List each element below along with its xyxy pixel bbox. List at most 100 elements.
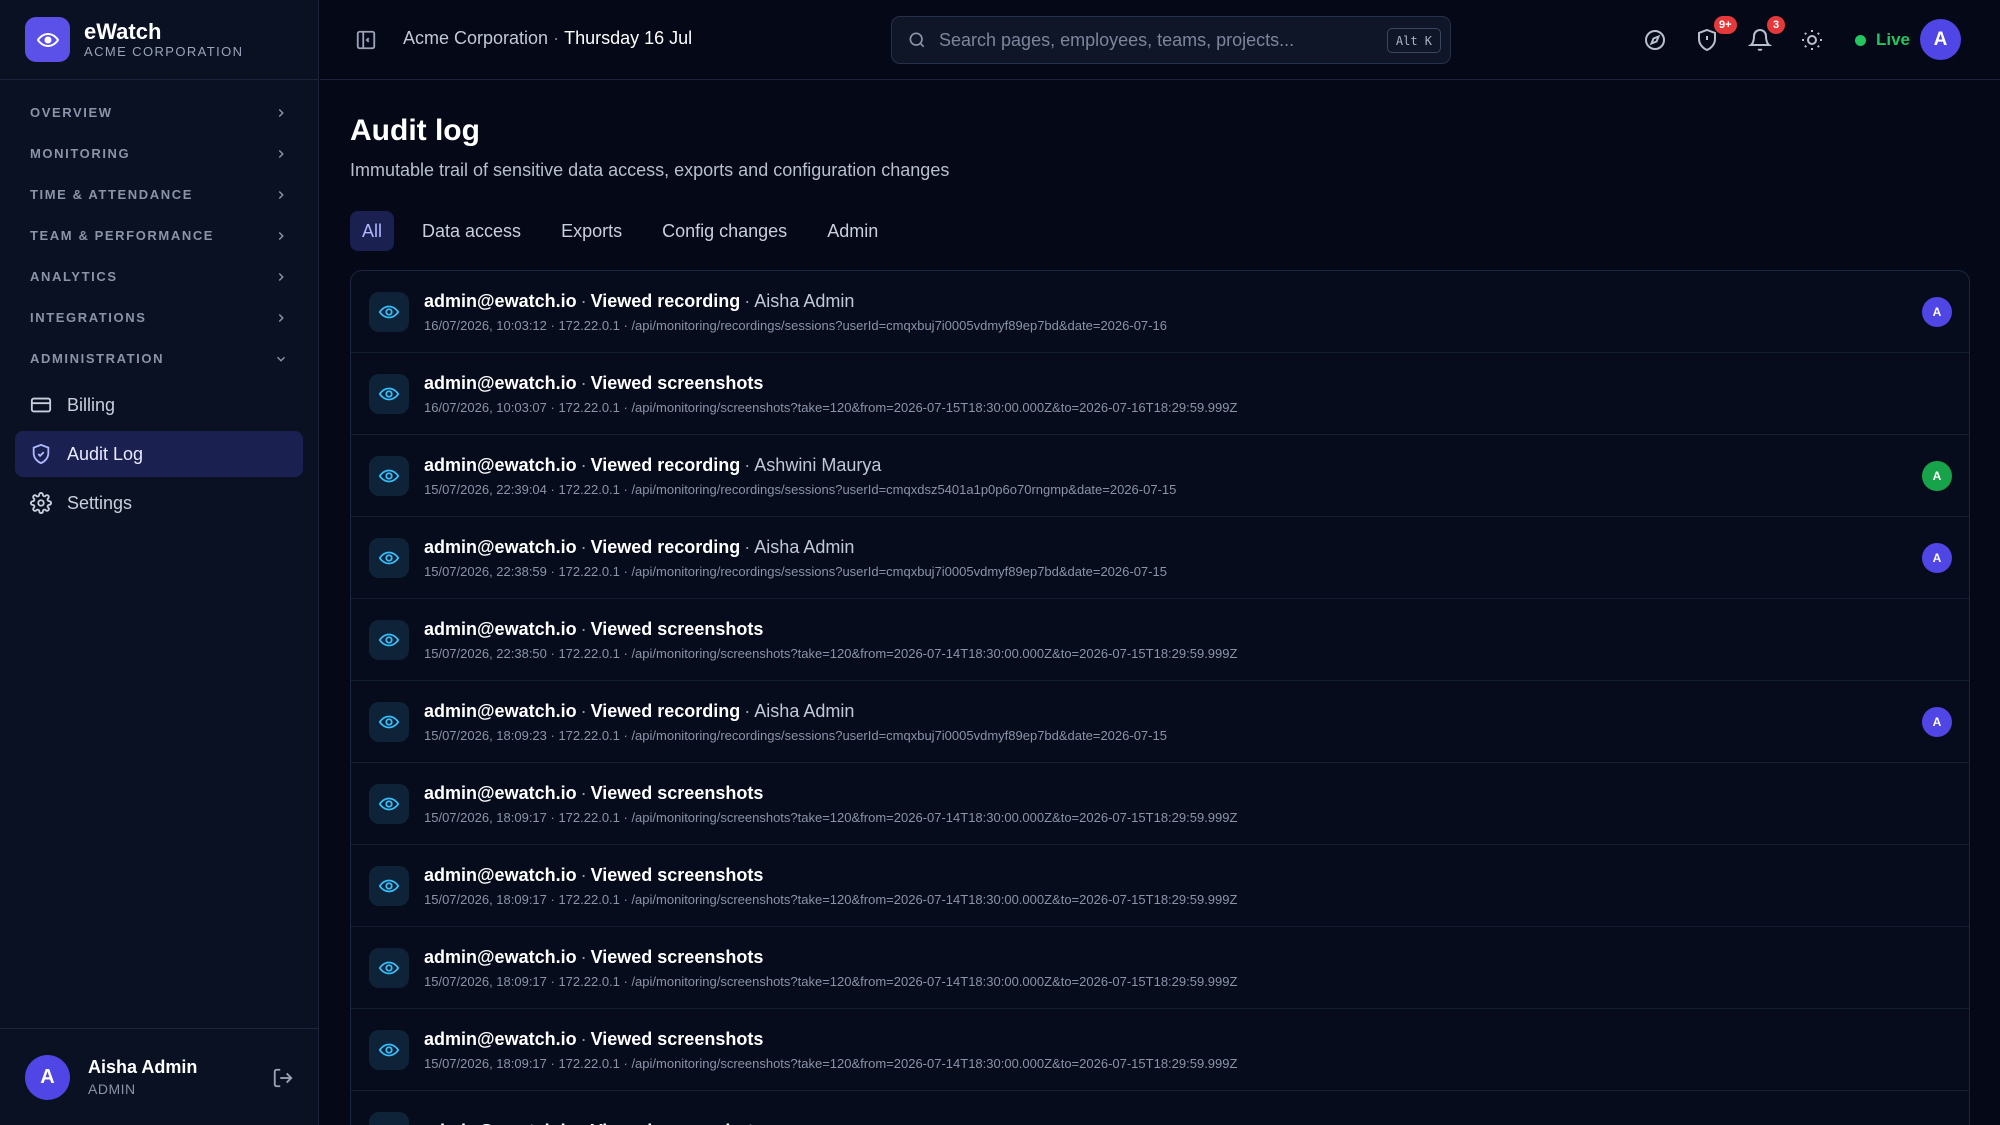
sidebar-toggle-icon[interactable] (355, 29, 377, 51)
row-body: admin@ewatch.io · Viewed screenshots 15/07/… (424, 783, 1237, 825)
row-body: admin@ewatch.io · Viewed screenshots 15/07/… (424, 619, 1237, 661)
section-label: INTEGRATIONS (30, 310, 147, 325)
row-action: Viewed recording (590, 454, 741, 475)
avatar[interactable]: A (25, 1054, 70, 1100)
row-summary: admin@ewatch.io·Viewed screenshots (424, 865, 1237, 886)
row-action: Viewed recording (590, 700, 741, 721)
row-meta: 15/07/2026, 18:09:17 · 172.22.0.1 · /api… (424, 973, 1238, 989)
eye-icon (369, 783, 409, 824)
avatar[interactable]: A (1920, 19, 1961, 60)
sidebar-item-label: Audit Log (67, 443, 144, 464)
table-row[interactable]: admin@ewatch.io · Viewed recording · Aisha A… (351, 681, 1969, 763)
avatar[interactable]: A (1922, 543, 1952, 573)
row-separator: · (580, 372, 587, 393)
table-row[interactable]: admin@ewatch.io · Viewed screenshots 15/07/… (351, 927, 1969, 1009)
table-row[interactable]: admin@ewatch.io · Viewed screenshots 15/07/… (351, 599, 1969, 681)
eye-icon (369, 865, 409, 906)
row-target: Aisha Admin (754, 700, 855, 721)
row-body: admin@ewatch.io · Viewed screenshots 15/07/… (424, 865, 1237, 907)
sidebar-section-time-attendance[interactable]: TIME & ATTENDANCE (0, 174, 318, 215)
avatar[interactable]: A (1922, 707, 1952, 737)
row-actor: admin@ewatch.io (424, 946, 577, 967)
section-label: TEAM & PERFORMANCE (30, 228, 215, 243)
row-separator: · (744, 290, 751, 311)
live-dot-icon (1855, 34, 1866, 46)
tab-admin[interactable]: Admin (815, 211, 890, 251)
row-summary: admin@ewatch.io·Viewed screenshots (424, 373, 1237, 394)
eye-icon (369, 455, 409, 496)
row-separator: · (580, 782, 587, 803)
topbar: Acme Corporation·Thursday 16 Jul Alt K 9… (320, 0, 2000, 80)
search-shortcut: Alt K (1386, 28, 1441, 53)
brand-org: ACME CORPORATION (84, 43, 244, 59)
row-separator: · (580, 1028, 587, 1049)
sidebar: eWatch ACME CORPORATION OVERVIEW MONITOR… (0, 0, 319, 1125)
row-separator: · (580, 290, 587, 311)
table-row[interactable]: admin@ewatch.io · Viewed recording · Ashwini… (351, 435, 1969, 517)
user-name: Aisha Admin (88, 1057, 198, 1077)
search-box[interactable]: Alt K (891, 16, 1451, 64)
table-row[interactable]: admin@ewatch.io · Viewed screenshots 16/07/… (351, 353, 1969, 435)
sidebar-section-integrations[interactable]: INTEGRATIONS (0, 297, 318, 338)
compass-icon[interactable] (1643, 28, 1667, 52)
row-action: Viewed screenshots (590, 1028, 764, 1049)
row-actor: admin@ewatch.io (424, 1028, 577, 1049)
row-separator: · (580, 618, 587, 639)
row-summary: admin@ewatch.io·Viewed screenshots (424, 1029, 1237, 1050)
row-actor: admin@ewatch.io (424, 1121, 577, 1125)
row-target: Ashwini Maurya (754, 454, 882, 475)
row-action: Viewed screenshots (590, 618, 764, 639)
row-summary: admin@ewatch.io·Viewed screenshots (424, 619, 1237, 640)
sun-icon[interactable] (1800, 28, 1824, 52)
sidebar-item-settings[interactable]: Settings (15, 480, 303, 526)
tab-exports[interactable]: Exports (549, 211, 634, 251)
page-title: Audit log (350, 114, 480, 147)
table-row[interactable]: admin@ewatch.io · Viewed screenshots 15/07/… (351, 1009, 1969, 1091)
tab-all[interactable]: All (350, 211, 395, 251)
table-row[interactable]: admin@ewatch.io · Viewed recording · Aisha A… (351, 517, 1969, 599)
search-icon (909, 32, 925, 48)
eye-icon (369, 373, 409, 414)
alerts-badge: 9+ (1714, 16, 1737, 34)
table-row[interactable]: admin@ewatch.io · Viewed screenshots 15/07/… (351, 845, 1969, 927)
sidebar-section-administration[interactable]: ADMINISTRATION (0, 338, 318, 379)
logout-icon[interactable] (272, 1067, 294, 1089)
brand[interactable]: eWatch ACME CORPORATION (0, 0, 318, 80)
table-row[interactable]: admin@ewatch.io · Viewed recording · Aisha A… (351, 271, 1969, 353)
credit-card-icon (30, 394, 52, 416)
sidebar-section-team-performance[interactable]: TEAM & PERFORMANCE (0, 215, 318, 256)
avatar[interactable]: A (1922, 461, 1952, 491)
row-actor: admin@ewatch.io (424, 782, 577, 803)
row-actor: admin@ewatch.io (424, 618, 577, 639)
row-summary: admin@ewatch.io · Viewed recording · Aisha A… (424, 291, 1167, 312)
row-separator: · (744, 700, 751, 721)
row-body: admin@ewatch.io · Viewed screenshots 16/07/… (424, 373, 1237, 415)
row-body: admin@ewatch.io · Viewed screenshots 15/07/… (424, 1029, 1237, 1071)
row-action: Viewed screenshots (590, 864, 764, 885)
section-label: TIME & ATTENDANCE (30, 187, 193, 202)
main-content: Audit log Immutable trail of sensitive d… (350, 80, 1970, 1125)
chevron-right-icon (278, 108, 284, 117)
sidebar-section-monitoring[interactable]: MONITORING (0, 133, 318, 174)
sidebar-section-analytics[interactable]: ANALYTICS (0, 256, 318, 297)
eye-icon (369, 1111, 409, 1125)
row-summary: admin@ewatch.io·Viewed screenshots (424, 1121, 763, 1125)
shield-alert-icon[interactable] (1695, 28, 1719, 52)
sidebar-item-audit-log[interactable]: Audit Log (15, 431, 303, 477)
tab-data-access[interactable]: Data access (410, 211, 533, 251)
section-label: OVERVIEW (30, 105, 113, 120)
row-separator: · (744, 536, 751, 557)
row-meta: 15/07/2026, 22:38:50 · 172.22.0.1 · /api… (424, 645, 1238, 661)
tab-config-changes[interactable]: Config changes (650, 211, 799, 251)
table-row[interactable]: admin@ewatch.io · Viewed screenshots (351, 1091, 1969, 1125)
breadcrumb-separator: · (553, 28, 560, 48)
row-body: admin@ewatch.io · Viewed screenshots 15/07/… (424, 947, 1237, 989)
notifications-badge: 3 (1767, 16, 1785, 34)
chevron-right-icon (278, 149, 284, 158)
sidebar-item-billing[interactable]: Billing (15, 382, 303, 428)
avatar[interactable]: A (1922, 297, 1952, 327)
search-input[interactable] (939, 29, 1379, 51)
table-row[interactable]: admin@ewatch.io · Viewed screenshots 15/07/… (351, 763, 1969, 845)
sidebar-section-overview[interactable]: OVERVIEW (0, 92, 318, 133)
bell-icon[interactable] (1748, 28, 1772, 52)
